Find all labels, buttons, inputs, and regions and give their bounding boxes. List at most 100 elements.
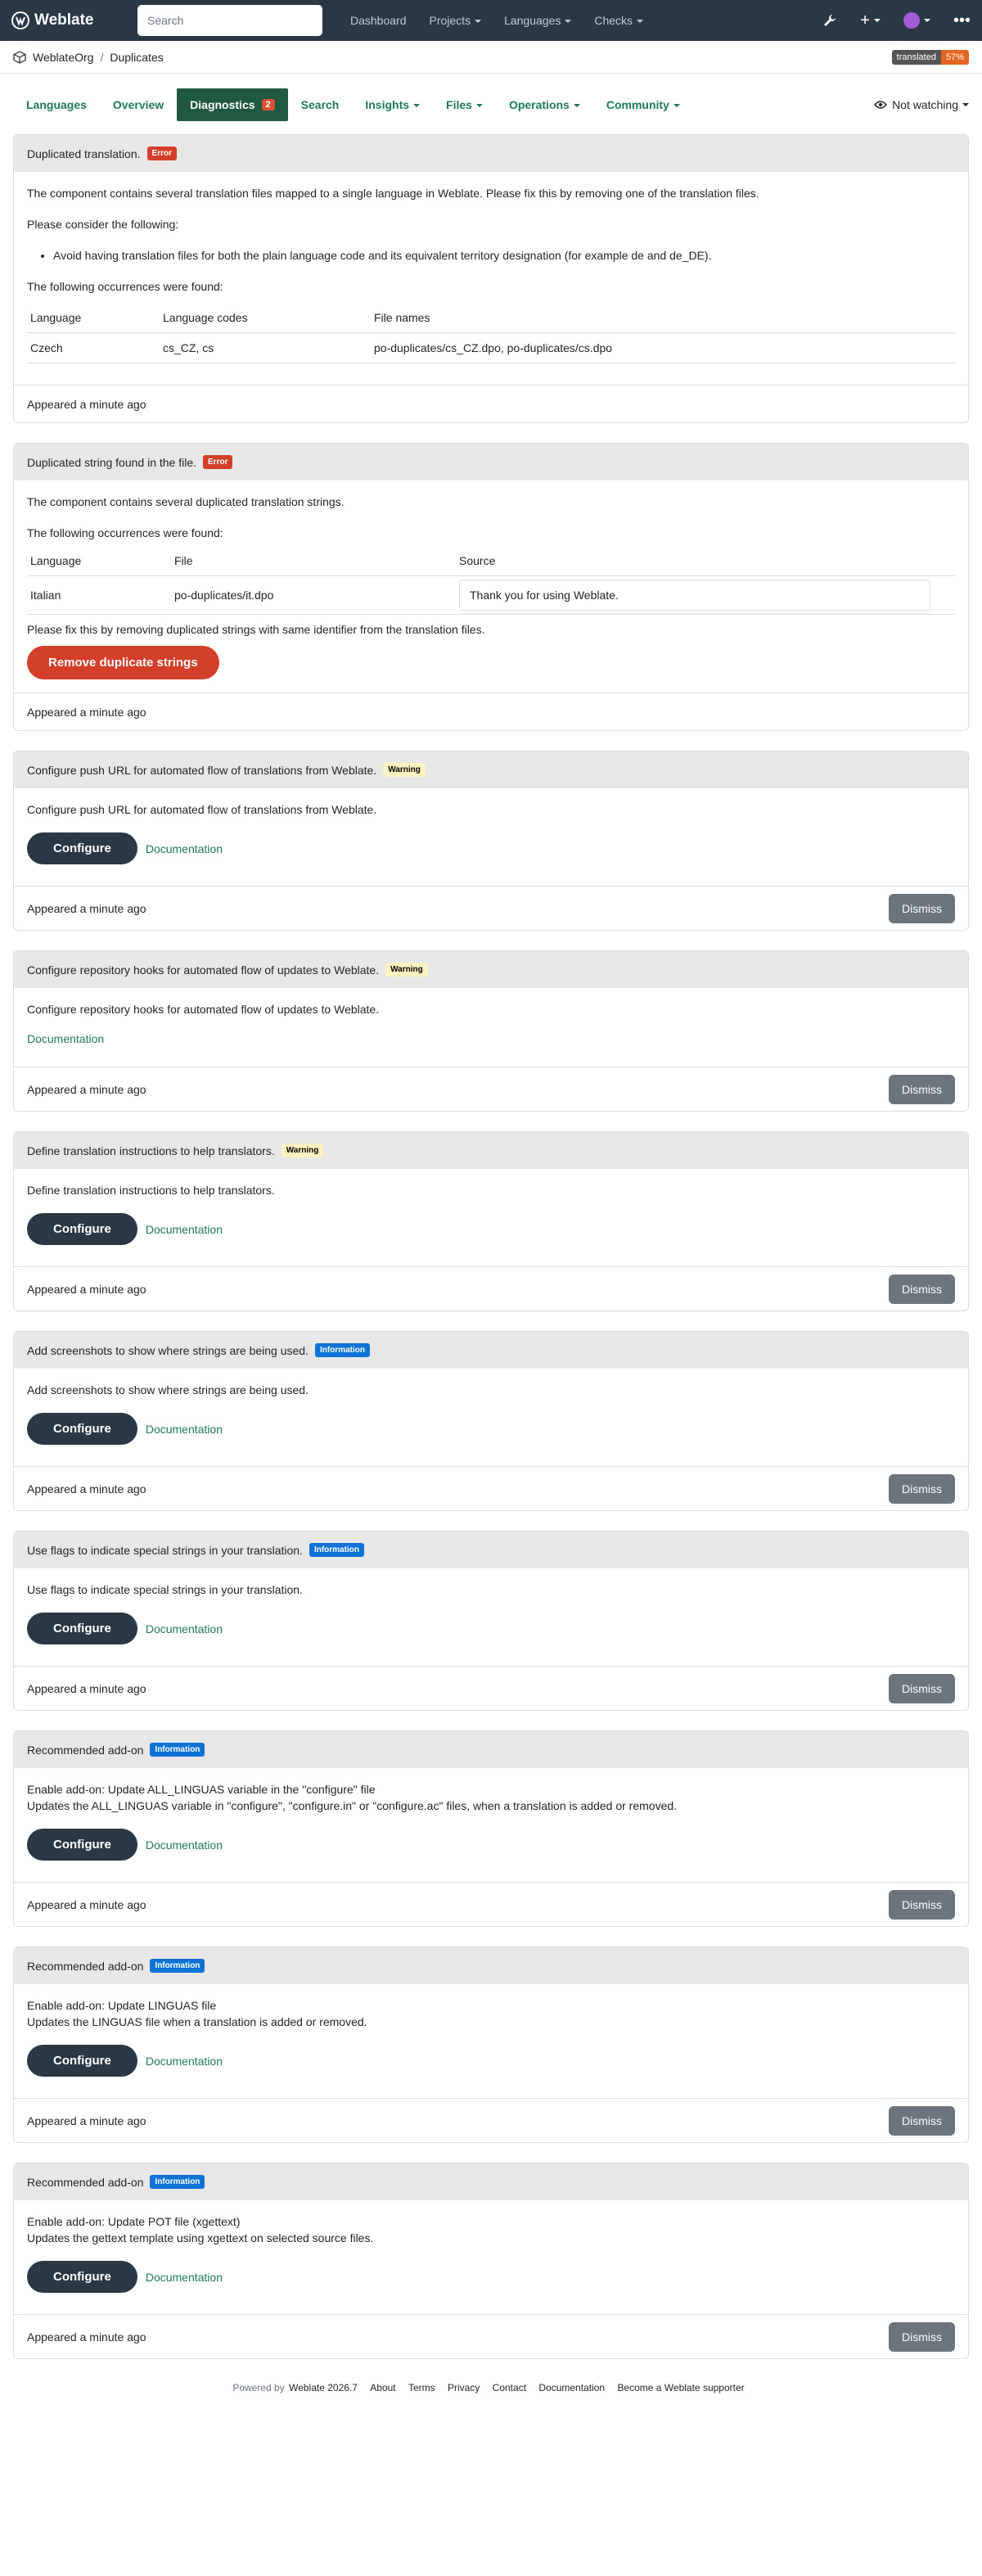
column-header: Language: [27, 546, 171, 576]
alert-title: Recommended add-on: [27, 2175, 144, 2189]
dismiss-button[interactable]: Dismiss: [889, 2321, 955, 2352]
appeared-time: Appeared a minute ago: [27, 2114, 146, 2127]
configure-button[interactable]: Configure: [27, 1213, 137, 1245]
footer-documentation-link[interactable]: Documentation: [538, 2382, 605, 2393]
chevron-down-icon: [962, 103, 969, 106]
tab-community[interactable]: Community: [593, 88, 693, 121]
tab-insights[interactable]: Insights: [352, 88, 433, 121]
addon-description: Updates the gettext template using xgett…: [27, 2231, 374, 2244]
alert-text: Enable add-on: Update LINGUAS file Update…: [27, 1997, 955, 2030]
tab-files[interactable]: Files: [433, 88, 496, 121]
footer-privacy-link[interactable]: Privacy: [448, 2382, 480, 2393]
nav-checks[interactable]: Checks: [583, 14, 655, 27]
top-navbar: Weblate Dashboard Projects Languages Che…: [0, 0, 982, 41]
alert-card-duplicated-string: Duplicated string found in the file. Err…: [13, 443, 969, 731]
alert-card-addon-linguas: Recommended add-on Information Enable ad…: [13, 1947, 969, 2143]
appeared-time: Appeared a minute ago: [27, 1482, 146, 1496]
tab-search[interactable]: Search: [288, 88, 353, 121]
severity-badge: Warning: [281, 1144, 324, 1157]
nav-projects[interactable]: Projects: [418, 14, 493, 27]
weblate-logo-icon: [11, 11, 29, 29]
alert-title: Recommended add-on: [27, 1743, 144, 1757]
tab-community-label: Community: [606, 98, 669, 111]
user-menu[interactable]: [903, 12, 930, 29]
configure-button[interactable]: Configure: [27, 2045, 137, 2077]
dismiss-button[interactable]: Dismiss: [889, 1673, 955, 1703]
chevron-down-icon: [565, 20, 572, 24]
chevron-down-icon: [573, 104, 580, 108]
alert-footer: Appeared a minute ago Dismiss: [14, 1882, 968, 1926]
alert-header: Add screenshots to show where strings ar…: [14, 1332, 968, 1369]
add-menu[interactable]: +: [860, 11, 881, 30]
tab-operations[interactable]: Operations: [496, 88, 593, 121]
tab-languages[interactable]: Languages: [13, 88, 100, 121]
alert-text: Use flags to indicate special strings in…: [27, 1583, 303, 1596]
dismiss-button[interactable]: Dismiss: [889, 1274, 955, 1304]
column-header: Language: [27, 303, 160, 333]
watch-dropdown[interactable]: Not watching: [874, 98, 969, 111]
dismiss-button[interactable]: Dismiss: [889, 1889, 955, 1920]
brand-logo[interactable]: Weblate: [11, 11, 126, 29]
nav-dashboard[interactable]: Dashboard: [339, 14, 418, 27]
alert-text: Configure repository hooks for automated…: [27, 1003, 380, 1016]
occurrences-table: Language File Source Italian po-duplicat…: [27, 546, 955, 615]
configure-button[interactable]: Configure: [27, 2261, 137, 2293]
dismiss-button[interactable]: Dismiss: [889, 1074, 955, 1104]
alert-footer: Appeared a minute ago Dismiss: [14, 2098, 968, 2142]
footer-contact-link[interactable]: Contact: [493, 2382, 526, 2393]
configure-button[interactable]: Configure: [27, 1829, 137, 1861]
alert-card-translation-instructions: Define translation instructions to help …: [13, 1131, 969, 1311]
avatar: [903, 12, 920, 29]
documentation-link[interactable]: Documentation: [146, 2055, 223, 2068]
more-icon[interactable]: •••: [953, 11, 971, 30]
addon-name: Enable add-on: Update LINGUAS file: [27, 1999, 217, 2012]
table-row: Italian po-duplicates/it.dpo Thank you f…: [27, 575, 955, 615]
footer-terms-link[interactable]: Terms: [408, 2382, 435, 2393]
cube-icon: [13, 50, 26, 64]
wrench-icon[interactable]: [822, 13, 837, 28]
alert-header: Recommended add-on Information: [14, 2163, 968, 2200]
severity-badge: Warning: [383, 763, 426, 777]
table-cell: Czech: [27, 332, 160, 363]
alert-header: Duplicated translation. Error: [14, 135, 968, 172]
watch-label: Not watching: [892, 98, 958, 111]
table-cell: po-duplicates/cs_CZ.dpo, po-duplicates/c…: [371, 332, 955, 363]
tab-overview[interactable]: Overview: [100, 88, 177, 121]
breadcrumb-project[interactable]: WeblateOrg: [33, 51, 93, 64]
dismiss-button[interactable]: Dismiss: [889, 2105, 955, 2136]
dismiss-button[interactable]: Dismiss: [889, 893, 955, 923]
severity-badge: Information: [314, 1343, 370, 1357]
alert-footer: Appeared a minute ago Dismiss: [14, 886, 968, 930]
documentation-link[interactable]: Documentation: [146, 2271, 223, 2284]
appeared-time: Appeared a minute ago: [27, 1282, 146, 1296]
documentation-link[interactable]: Documentation: [146, 1423, 223, 1436]
configure-button[interactable]: Configure: [27, 832, 137, 864]
configure-button[interactable]: Configure: [27, 1413, 137, 1445]
breadcrumb-component[interactable]: Duplicates: [110, 51, 163, 64]
nav-languages[interactable]: Languages: [493, 14, 583, 27]
documentation-link[interactable]: Documentation: [146, 842, 223, 855]
footer-version-link[interactable]: Weblate 2026.7: [289, 2382, 358, 2393]
footer-supporter-link[interactable]: Become a Weblate supporter: [617, 2382, 744, 2393]
documentation-link[interactable]: Documentation: [27, 1032, 104, 1045]
diagnostics-count-badge: 2: [261, 99, 275, 111]
table-cell: Italian: [27, 575, 171, 615]
alert-footer: Appeared a minute ago Dismiss: [14, 2314, 968, 2358]
alert-card-screenshots: Add screenshots to show where strings ar…: [13, 1331, 969, 1511]
footer-about-link[interactable]: About: [370, 2382, 395, 2393]
remove-duplicate-strings-button[interactable]: Remove duplicate strings: [27, 646, 219, 679]
documentation-link[interactable]: Documentation: [146, 1223, 223, 1236]
tab-diagnostics[interactable]: Diagnostics 2: [177, 88, 288, 121]
dismiss-button[interactable]: Dismiss: [889, 1473, 955, 1504]
chevron-down-icon: [475, 20, 482, 24]
documentation-link[interactable]: Documentation: [146, 1838, 223, 1852]
addon-description: Updates the LINGUAS file when a translat…: [27, 2015, 367, 2028]
documentation-link[interactable]: Documentation: [146, 1622, 223, 1635]
alert-card-addon-all-linguas: Recommended add-on Information Enable ad…: [13, 1730, 969, 1927]
chevron-down-icon: [637, 20, 644, 24]
severity-badge: Information: [309, 1543, 364, 1557]
configure-button[interactable]: Configure: [27, 1613, 137, 1644]
plus-icon: +: [860, 11, 870, 29]
search-input[interactable]: [137, 5, 322, 36]
translated-badge[interactable]: translated 57%: [891, 49, 969, 65]
